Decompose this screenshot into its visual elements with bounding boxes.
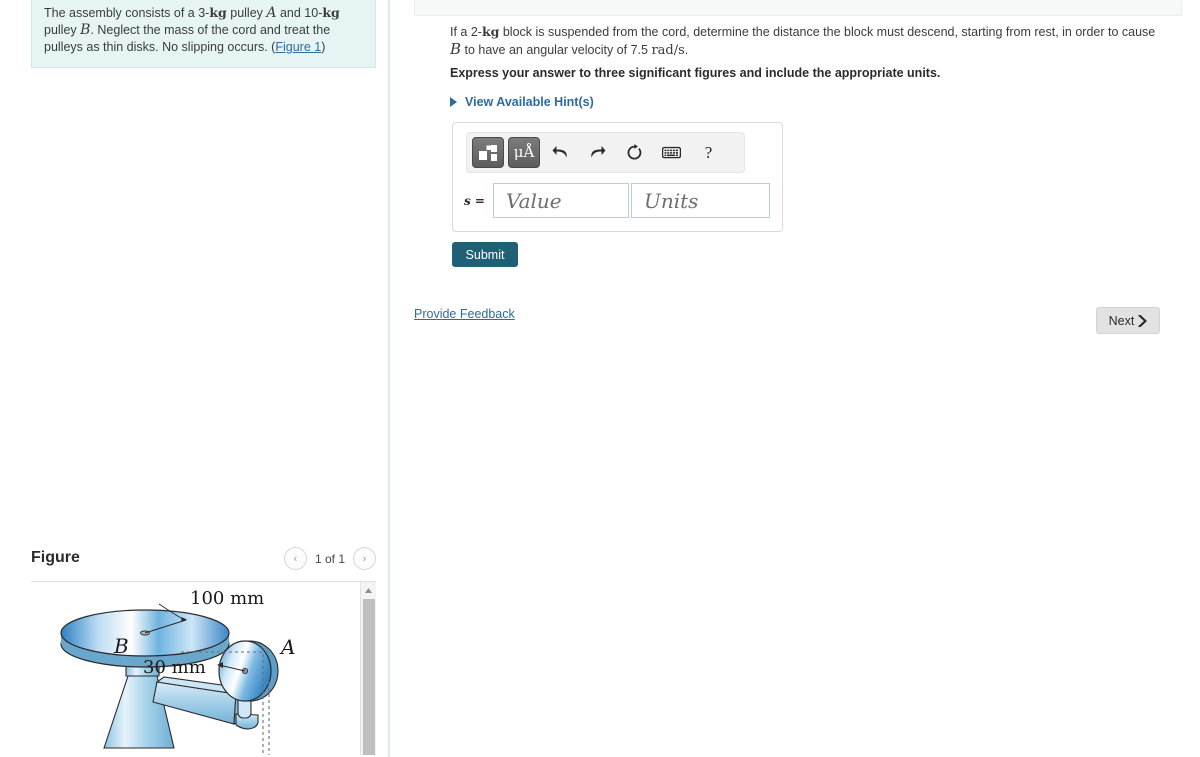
svg-text:100 mm: 100 mm	[190, 588, 264, 609]
mastering-physics-problem-page: The assembly consists of a 3-kg pulley A…	[0, 0, 1200, 757]
provide-feedback-link[interactable]: Provide Feedback	[414, 307, 515, 321]
panel-divider	[388, 0, 390, 757]
units-mu-angstrom-icon[interactable]: μÅ	[508, 137, 540, 168]
answer-value-input[interactable]	[493, 183, 629, 218]
figure-scrollbar[interactable]	[360, 582, 376, 755]
figure-prev-button[interactable]: ‹	[284, 547, 307, 570]
right-panel: If a 2-kg block is suspended from the co…	[391, 0, 1200, 757]
problem-text-6: )	[321, 40, 326, 54]
scroll-up-icon[interactable]	[361, 582, 376, 598]
question-text: If a 2-kg block is suspended from the co…	[450, 23, 1160, 59]
figure-header: Figure ‹ 1 of 1 ›	[31, 545, 376, 581]
answer-units-input[interactable]	[631, 183, 770, 218]
problem-text-1: The assembly consists of a 3-	[44, 6, 210, 20]
next-button-label: Next	[1108, 313, 1135, 328]
svg-text:30 mm: 30 mm	[143, 657, 206, 678]
left-panel: The assembly consists of a 3-kg pulley A…	[0, 0, 389, 757]
problem-text-4: pulley	[44, 23, 81, 37]
scrollbar-thumb[interactable]	[363, 599, 375, 755]
view-hints-toggle[interactable]: View Available Hint(s)	[450, 95, 594, 109]
question-text-1: If a 2-	[450, 25, 482, 39]
panel-header-bar	[414, 0, 1182, 16]
units-glyph-label: μÅ	[513, 143, 535, 161]
figure-pager: ‹ 1 of 1 ›	[284, 547, 376, 570]
problem-unit-kg-2: kg	[322, 5, 340, 20]
view-hints-label: View Available Hint(s)	[465, 95, 594, 109]
pulley-assembly-figure: 100 mm 30 mm B A	[60, 588, 295, 755]
problem-unit-kg-1: kg	[209, 5, 227, 20]
question-unit-kg: kg	[481, 24, 500, 39]
keyboard-icon[interactable]	[655, 137, 688, 168]
question-text-4: .	[684, 43, 689, 57]
figure-next-button[interactable]: ›	[353, 547, 376, 570]
next-button[interactable]: Next	[1096, 307, 1160, 334]
problem-text-3: and 10-	[276, 6, 323, 20]
figure-section: Figure ‹ 1 of 1 › 100 mm 30 mm B A	[31, 545, 376, 755]
figure-count-label: 1 of 1	[314, 551, 346, 566]
question-unit-rads: rad/s	[651, 43, 685, 58]
question-pulley-b-symbol: B	[450, 40, 462, 58]
undo-icon[interactable]	[544, 137, 577, 168]
figure-title: Figure	[31, 549, 80, 566]
problem-text-2: pulley	[226, 6, 267, 20]
answer-toolbar: μÅ ?	[466, 132, 745, 173]
figure-1-link[interactable]: Figure 1	[275, 40, 321, 54]
question-text-3: to have an angular velocity of 7.5	[461, 43, 652, 57]
submit-button[interactable]: Submit	[452, 242, 518, 267]
answer-row: s =	[464, 183, 770, 218]
reset-icon[interactable]	[618, 137, 651, 168]
answer-entry-box: μÅ ? s = Value Units	[452, 122, 783, 232]
math-template-icon[interactable]	[472, 137, 504, 168]
help-icon[interactable]: ?	[692, 137, 725, 168]
figure-label-pulley-b: B	[113, 634, 129, 658]
problem-pulley-b-symbol: B	[80, 22, 91, 38]
figure-label-pulley-a: A	[279, 635, 295, 659]
chevron-right-icon	[1138, 314, 1147, 327]
chevron-right-icon	[450, 97, 457, 107]
answer-variable-label: s =	[464, 193, 485, 208]
instruction-text: Express your answer to three significant…	[450, 66, 941, 80]
problem-statement-box: The assembly consists of a 3-kg pulley A…	[31, 0, 376, 68]
problem-pulley-a-symbol: A	[266, 5, 277, 21]
figure-viewport: 100 mm 30 mm B A	[31, 581, 376, 755]
question-text-2: block is suspended from the cord, determ…	[499, 25, 1156, 39]
redo-icon[interactable]	[581, 137, 614, 168]
